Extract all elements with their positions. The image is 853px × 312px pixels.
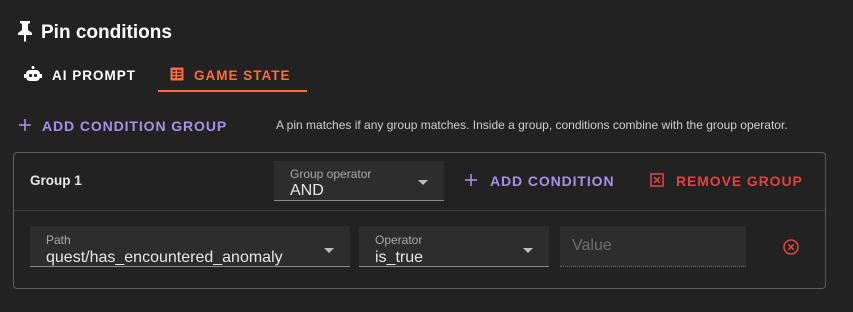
group-operator-value: AND [290, 182, 324, 199]
table-icon [170, 67, 184, 84]
close-box-icon [650, 172, 664, 190]
tab-game-state[interactable]: GAME STATE [158, 60, 307, 92]
path-value: quest/has_encountered_anomaly [46, 249, 283, 266]
add-condition-label: ADD CONDITION [490, 173, 615, 189]
remove-condition-button[interactable] [782, 238, 800, 256]
robot-icon [24, 65, 42, 85]
tab-bar: AI PROMPT GAME STATE [16, 60, 307, 92]
path-select[interactable]: Path quest/has_encountered_anomaly [30, 226, 350, 267]
value-field [560, 226, 746, 267]
plus-icon [464, 173, 478, 190]
tab-ai-prompt[interactable]: AI PROMPT [16, 60, 152, 92]
page-title: Pin conditions [17, 20, 172, 46]
close-circle-icon [782, 239, 800, 260]
plus-icon [18, 118, 32, 135]
add-condition-button[interactable]: ADD CONDITION [464, 169, 614, 193]
tab-game-state-label: GAME STATE [194, 67, 291, 83]
group-operator-label: Group operator [290, 167, 372, 181]
tab-ai-prompt-label: AI PROMPT [52, 67, 137, 83]
page-title-text: Pin conditions [41, 22, 172, 43]
value-input[interactable] [560, 226, 746, 266]
group-operator-select[interactable]: Group operator AND [274, 161, 444, 201]
pin-icon [17, 20, 33, 47]
chevron-down-icon [418, 180, 428, 185]
condition-operator-label: Operator [375, 233, 423, 247]
remove-group-label: REMOVE GROUP [676, 173, 803, 189]
condition-group: Group 1 Group operator AND ADD CONDITION [13, 152, 826, 289]
chevron-down-icon [324, 248, 334, 253]
remove-group-button[interactable]: REMOVE GROUP [650, 169, 803, 193]
group-header: Group 1 Group operator AND ADD CONDITION [14, 153, 825, 211]
add-condition-group-label: ADD CONDITION GROUP [42, 118, 228, 134]
condition-operator-value: is_true [375, 249, 424, 266]
condition-operator-select[interactable]: Operator is_true [359, 226, 549, 267]
chevron-down-icon [523, 248, 533, 253]
help-text: A pin matches if any group matches. Insi… [276, 118, 788, 132]
group-name: Group 1 [30, 173, 82, 188]
path-label: Path [46, 233, 71, 247]
add-condition-group-button[interactable]: ADD CONDITION GROUP [18, 114, 227, 138]
